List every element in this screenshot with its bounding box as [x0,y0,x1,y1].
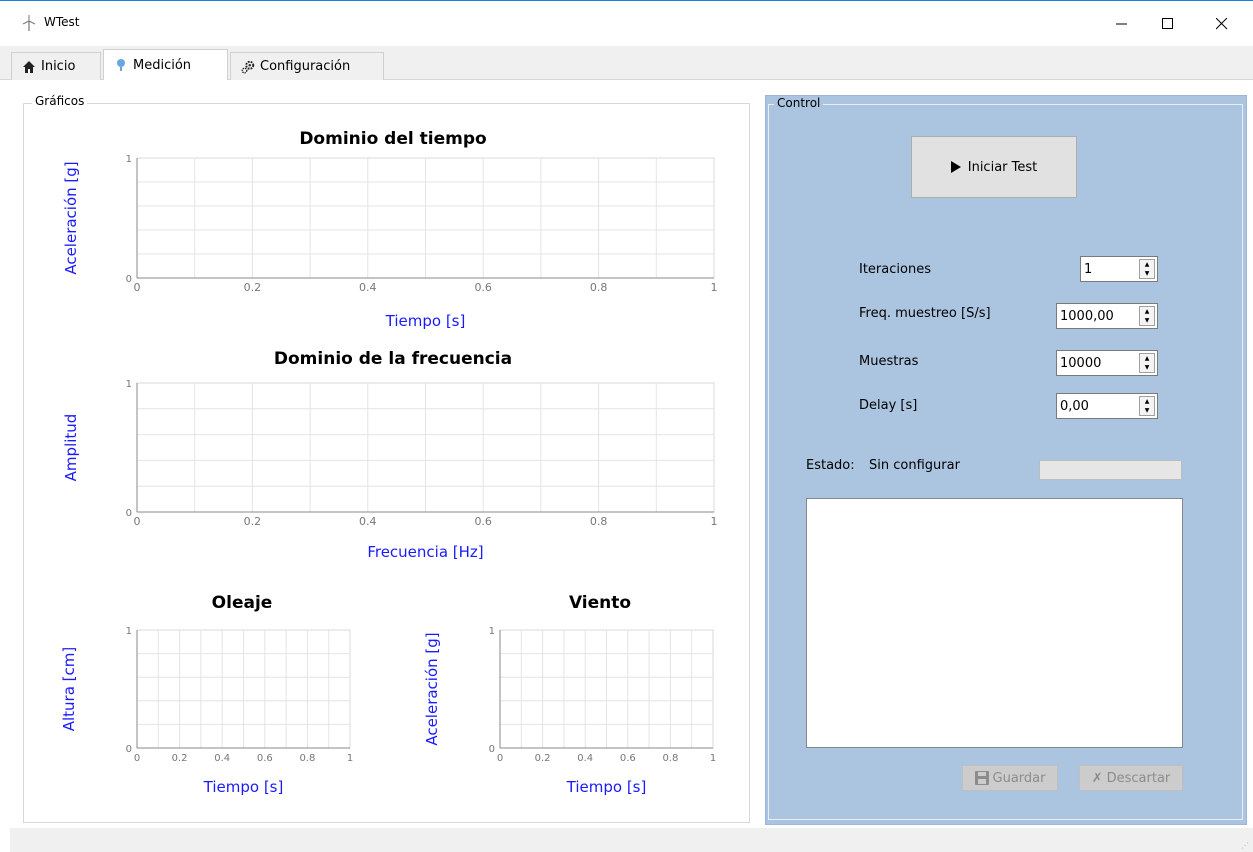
y-axis-label: Aceleración [g] [423,632,441,745]
maximize-button[interactable] [1145,1,1191,47]
resize-grip-icon: ⋰ [1241,841,1249,850]
freq-input[interactable] [1057,304,1141,328]
tab-bar: Inicio Medición Configuración [0,46,1253,80]
y-axis-label: Altura [cm] [60,647,78,732]
discard-icon: ✗ [1091,770,1103,786]
x-tick-label: 0.2 [172,753,188,764]
x-tick-label: 0.2 [244,515,262,528]
chart-title: Dominio del tiempo [299,129,486,149]
tab-label: Inicio [41,59,76,74]
wind-turbine-icon [22,15,36,31]
delay-input[interactable] [1057,394,1141,418]
start-test-label: Iniciar Test [967,159,1038,175]
freq-stepper[interactable]: ▲ ▼ [1139,306,1155,326]
status-label: Estado: [806,458,855,473]
minimize-icon [1116,23,1127,25]
y-tick-label: 0 [126,508,132,519]
freq-label: Freq. muestreo [S/s] [859,306,991,321]
x-tick-label: 0.8 [590,281,608,294]
control-panel: Control Iniciar Test Iteraciones ▲▼ Freq… [765,95,1247,825]
maximize-icon [1162,18,1173,29]
close-icon [1216,18,1228,30]
discard-button[interactable]: ✗ Descartar [1079,765,1183,791]
muestras-spinbox[interactable]: ▲▼ [1056,350,1158,376]
freq-spinbox[interactable]: ▲▼ [1056,303,1158,329]
x-tick-label: 0.8 [590,515,608,528]
chart-title: Viento [569,593,631,613]
x-axis-label: Tiempo [s] [203,778,284,796]
x-tick-label: 0.6 [474,515,492,528]
x-tick-label: 0.2 [535,753,551,764]
control-title: Control [774,96,824,110]
x-tick-label: 0.6 [620,753,636,764]
iteraciones-input[interactable] [1081,257,1141,281]
charts-area: 0 0.2 0.4 0.6 0.8 1 0 1 Dominio del tiempo Tiempo… [60,129,718,796]
progress-bar [1039,460,1182,480]
close-button[interactable] [1199,1,1245,47]
gear-icon [241,60,255,73]
y-axis-label: Amplitud [62,414,80,482]
x-tick-label: 1 [347,753,353,764]
delay-stepper[interactable]: ▲ ▼ [1139,396,1155,416]
chart-title: Dominio de la frecuencia [274,349,512,369]
y-tick-label: 1 [126,379,132,390]
play-icon [950,161,961,173]
x-tick-label: 0 [134,515,141,528]
tab-inicio[interactable]: Inicio [11,52,101,80]
x-tick-label: 0.4 [214,753,230,764]
iteraciones-stepper[interactable]: ▲ ▼ [1139,259,1155,279]
y-axis-label: Aceleración [g] [62,161,80,274]
log-textarea[interactable] [806,498,1183,748]
x-tick-label: 0.4 [577,753,593,764]
tab-configuracion[interactable]: Configuración [230,52,384,80]
x-tick-label: 1 [710,753,716,764]
y-tick-label: 0 [126,274,132,285]
chart-title: Oleaje [212,593,273,613]
x-tick-label: 0.8 [662,753,678,764]
y-tick-label: 1 [126,154,132,165]
y-tick-label: 1 [126,626,132,637]
discard-label: Descartar [1106,770,1171,786]
x-tick-label: 0.4 [359,281,377,294]
x-tick-label: 0 [134,281,141,294]
muestras-stepper[interactable]: ▲ ▼ [1139,353,1155,373]
x-axis-label: Frecuencia [Hz] [367,543,483,561]
save-label: Guardar [992,770,1046,786]
iteraciones-spinbox[interactable]: ▲▼ [1080,256,1158,282]
delay-spinbox[interactable]: ▲▼ [1056,393,1158,419]
measurement-panel: Gráficos 0 0.2 0.4 0.6 0.8 1 0 1 Dominio del tie… [10,80,1253,828]
tab-medicion[interactable]: Medición [103,49,228,80]
muestras-label: Muestras [859,354,919,369]
title-bar: WTest [0,0,1253,46]
save-button[interactable]: Guardar [962,765,1058,791]
x-tick-label: 0.4 [359,515,377,528]
tab-label: Medición [133,57,192,73]
x-tick-label: 0.6 [474,281,492,294]
delay-label: Delay [s] [859,398,918,413]
start-test-button[interactable]: Iniciar Test [911,136,1077,198]
status-value: Sin configurar [869,458,960,473]
muestras-input[interactable] [1057,351,1141,375]
x-axis-label: Tiempo [s] [385,312,466,330]
window-title: WTest [44,15,80,29]
probe-icon [117,59,125,71]
x-tick-label: 1 [711,515,718,528]
y-tick-label: 0 [126,744,132,755]
x-tick-label: 1 [711,281,718,294]
x-tick-label: 0 [134,753,140,764]
y-tick-label: 0 [489,744,495,755]
iteraciones-label: Iteraciones [859,262,931,277]
x-axis-label: Tiempo [s] [566,778,647,796]
status-bar: ⋰ [10,828,1253,852]
tab-label: Configuración [260,59,351,74]
x-tick-label: 0.6 [257,753,273,764]
home-icon [23,60,35,73]
x-tick-label: 0 [497,753,503,764]
y-tick-label: 1 [489,626,495,637]
save-icon [974,771,989,785]
x-tick-label: 0.8 [299,753,315,764]
x-tick-label: 0.2 [244,281,262,294]
minimize-button[interactable] [1099,1,1145,47]
